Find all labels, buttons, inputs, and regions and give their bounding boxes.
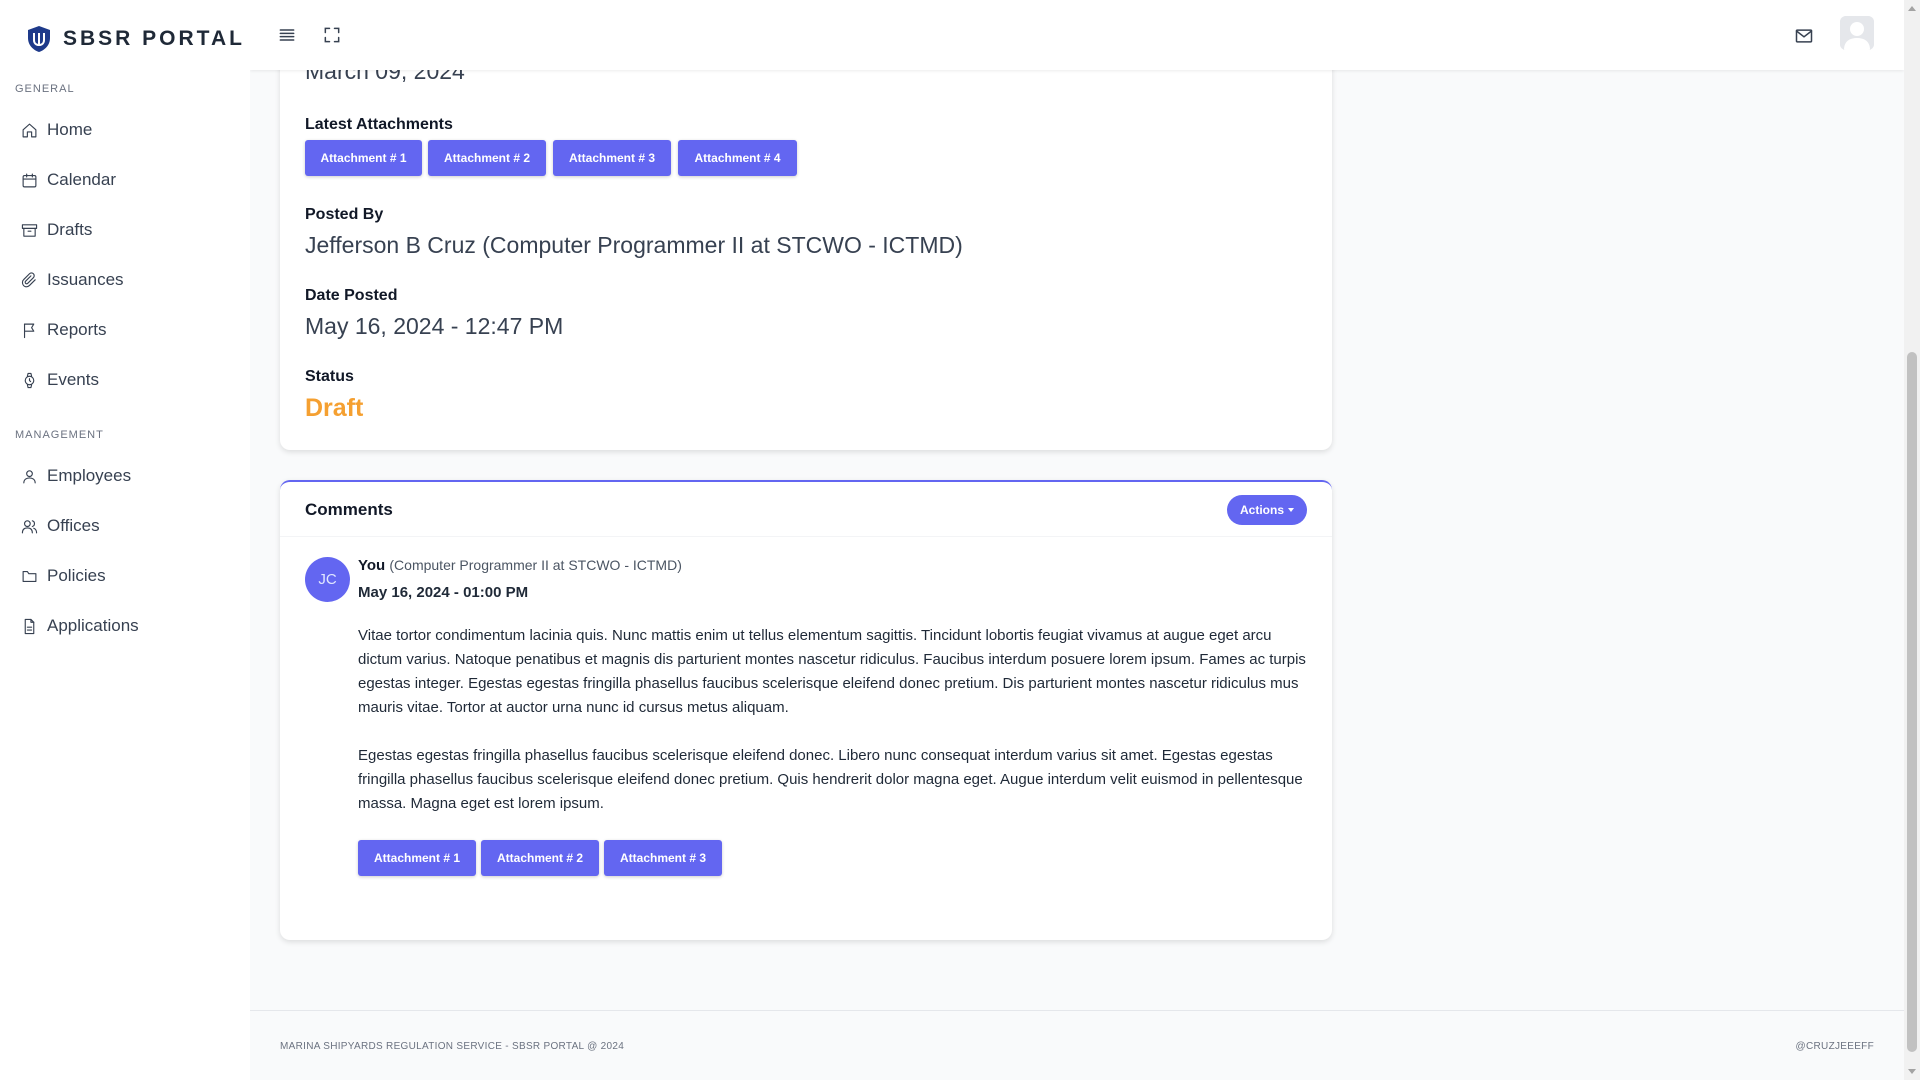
comments-header: Comments Actions	[280, 482, 1332, 537]
attachment-button-4[interactable]: Attachment # 4	[678, 140, 797, 176]
footer-credit: @CRUZJEEEFF	[1795, 1041, 1874, 1052]
comment-paragraph: Vitae tortor condimentum lacinia quis. N…	[358, 627, 1306, 716]
comment-paragraph: Egestas egestas fringilla phasellus fauc…	[358, 747, 1303, 812]
sidebar-item-label: Policies	[47, 566, 106, 585]
sidebar-item-label: Calendar	[47, 170, 116, 189]
sidebar-item-reports[interactable]: Reports	[0, 305, 250, 355]
avatar: JC	[305, 557, 350, 602]
posted-by-label: Posted By	[305, 206, 384, 223]
sidebar-item-applications[interactable]: Applications	[0, 601, 250, 651]
users-icon	[20, 517, 38, 535]
archive-icon	[20, 221, 38, 239]
status-label: Status	[305, 368, 354, 385]
sidebar-item-employees[interactable]: Employees	[0, 451, 250, 501]
user-icon	[20, 467, 38, 485]
scroll-up-icon[interactable]	[1908, 6, 1916, 11]
sidebar-item-label: Reports	[47, 320, 107, 339]
sidebar-item-label: Drafts	[47, 220, 93, 239]
footer: MARINA SHIPYARDS REGULATION SERVICE - SB…	[250, 1010, 1904, 1080]
user-avatar-icon	[1840, 16, 1874, 50]
sidebar-item-events[interactable]: Events	[0, 355, 250, 405]
comment-attachment-button-2[interactable]: Attachment # 2	[481, 840, 599, 876]
shield-logo-icon	[28, 26, 50, 52]
sidebar-item-label: Issuances	[47, 270, 124, 289]
folder-icon	[20, 567, 38, 585]
sidebar-item-label: Applications	[47, 616, 139, 635]
paperclip-icon	[20, 271, 38, 289]
mail-icon[interactable]	[1794, 26, 1816, 48]
comment-author-role: (Computer Programmer II at STCWO - ICTMD…	[389, 557, 682, 573]
sidebar-item-label: Offices	[47, 516, 100, 535]
sidebar-item-label: Events	[47, 370, 99, 389]
sidebar-item-home[interactable]: Home	[0, 105, 250, 155]
comment-attachment-button-3[interactable]: Attachment # 3	[604, 840, 722, 876]
attachment-button-1[interactable]: Attachment # 1	[305, 140, 422, 176]
sidebar-item-offices[interactable]: Offices	[0, 501, 250, 551]
actions-dropdown-button[interactable]: Actions	[1227, 495, 1307, 525]
brand[interactable]: SBSR PORTAL	[0, 0, 250, 78]
sidebar: SBSR PORTAL GENERAL Home Calendar Drafts…	[0, 0, 250, 1080]
sidebar-item-calendar[interactable]: Calendar	[0, 155, 250, 205]
sidebar-item-issuances[interactable]: Issuances	[0, 255, 250, 305]
page-scrollbar[interactable]	[1904, 0, 1920, 1080]
comment-author: You (Computer Programmer II at STCWO - I…	[358, 557, 682, 574]
comments-title: Comments	[305, 500, 393, 519]
app-title: SBSR PORTAL	[63, 27, 245, 50]
footer-copyright: MARINA SHIPYARDS REGULATION SERVICE - SB…	[280, 1041, 625, 1052]
sidebar-item-drafts[interactable]: Drafts	[0, 205, 250, 255]
comment-attachment-button-1[interactable]: Attachment # 1	[358, 840, 476, 876]
comment-author-name: You	[358, 557, 386, 574]
sidebar-item-policies[interactable]: Policies	[0, 551, 250, 601]
date-posted-label: Date Posted	[305, 287, 398, 304]
topbar	[250, 0, 1904, 70]
home-icon	[20, 121, 38, 139]
actions-label: Actions	[1239, 503, 1284, 517]
flag-icon	[20, 321, 38, 339]
caret-down-icon	[1288, 508, 1294, 512]
attachment-button-2[interactable]: Attachment # 2	[428, 140, 546, 176]
comments-card: Comments Actions JC You (Computer Progra…	[280, 480, 1332, 940]
sidebar-item-label: Home	[47, 120, 93, 139]
expand-icon[interactable]	[322, 25, 344, 47]
file-icon	[20, 617, 38, 635]
sidebar-item-label: Employees	[47, 466, 132, 485]
scrollbar-thumb[interactable]	[1907, 352, 1917, 1052]
latest-attachments-label: Latest Attachments	[305, 116, 453, 133]
menu-icon[interactable]	[277, 25, 299, 47]
comment-date: May 16, 2024 - 01:00 PM	[358, 584, 529, 601]
avatar[interactable]	[1840, 16, 1874, 50]
attachment-button-3[interactable]: Attachment # 3	[553, 140, 671, 176]
calendar-icon	[20, 171, 38, 189]
watch-icon	[20, 371, 38, 389]
status-badge: Draft	[305, 394, 364, 422]
nav-section-general: GENERAL	[15, 83, 75, 95]
scroll-down-icon[interactable]	[1908, 1069, 1916, 1074]
nav-section-management: MANAGEMENT	[15, 429, 104, 441]
date-posted-value: May 16, 2024 - 12:47 PM	[305, 313, 564, 339]
posted-by-value: Jefferson B Cruz (Computer Programmer II…	[305, 232, 963, 258]
